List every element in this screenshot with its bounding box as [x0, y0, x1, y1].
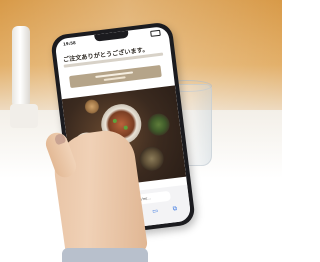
battery-icon — [150, 29, 161, 37]
bookmarks-icon[interactable]: ▭ — [152, 207, 159, 215]
vase — [12, 26, 30, 108]
tabs-icon[interactable]: ⧉ — [172, 205, 179, 213]
sleeve — [62, 248, 148, 262]
status-time: 19:58 — [62, 40, 77, 47]
product-photo: 19:58 ご注文ありがとうございます。 8 self-order.com/m/… — [0, 0, 282, 262]
vase-base — [10, 104, 38, 128]
